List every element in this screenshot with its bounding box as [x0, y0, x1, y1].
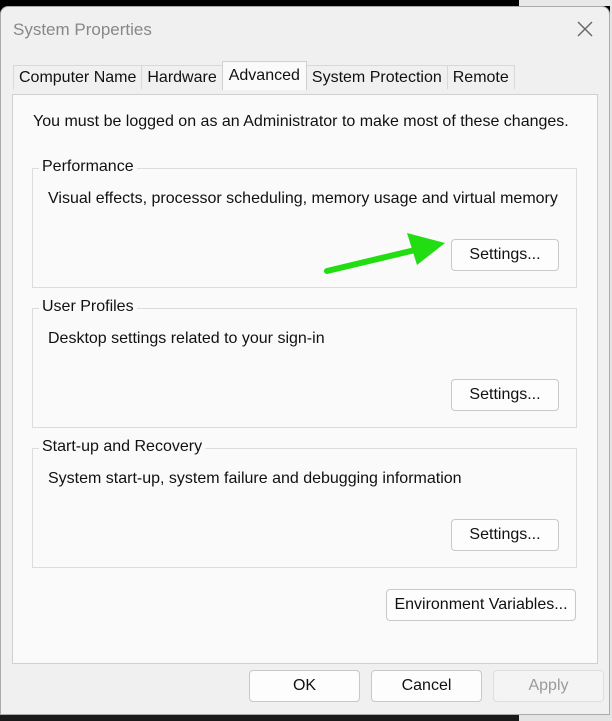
- system-properties-window: System Properties Computer Name Hardware…: [0, 6, 610, 715]
- ok-button[interactable]: OK: [249, 670, 360, 702]
- tab-strip: Computer Name Hardware Advanced System P…: [13, 61, 515, 90]
- startup-recovery-group: Start-up and Recovery System start-up, s…: [32, 438, 577, 568]
- close-icon: [577, 21, 593, 37]
- apply-button[interactable]: Apply: [493, 670, 604, 702]
- tab-remote[interactable]: Remote: [446, 65, 515, 89]
- performance-group-title: Performance: [39, 158, 137, 176]
- background-bottom: [0, 715, 612, 721]
- startup-recovery-description: System start-up, system failure and debu…: [48, 470, 462, 487]
- title-bar: System Properties: [1, 7, 609, 51]
- cancel-button[interactable]: Cancel: [371, 670, 482, 702]
- user-profiles-group-title: User Profiles: [39, 298, 137, 316]
- environment-variables-button[interactable]: Environment Variables...: [386, 589, 576, 621]
- tab-advanced[interactable]: Advanced: [221, 61, 307, 90]
- close-button[interactable]: [569, 13, 601, 45]
- admin-note: You must be logged on as an Administrato…: [33, 113, 569, 130]
- tab-hardware[interactable]: Hardware: [141, 65, 223, 89]
- tab-computer-name[interactable]: Computer Name: [13, 65, 143, 89]
- user-profiles-group: User Profiles Desktop settings related t…: [32, 298, 577, 428]
- user-profiles-description: Desktop settings related to your sign-in: [48, 330, 325, 347]
- user-profiles-settings-button[interactable]: Settings...: [451, 379, 559, 411]
- performance-settings-button[interactable]: Settings...: [451, 239, 559, 271]
- performance-description: Visual effects, processor scheduling, me…: [48, 190, 558, 207]
- startup-recovery-settings-button[interactable]: Settings...: [451, 519, 559, 551]
- startup-recovery-group-title: Start-up and Recovery: [39, 438, 206, 456]
- performance-group: Performance Visual effects, processor sc…: [32, 158, 577, 288]
- tab-system-protection[interactable]: System Protection: [305, 65, 448, 89]
- advanced-tab-panel: You must be logged on as an Administrato…: [12, 94, 598, 664]
- window-title: System Properties: [13, 20, 152, 39]
